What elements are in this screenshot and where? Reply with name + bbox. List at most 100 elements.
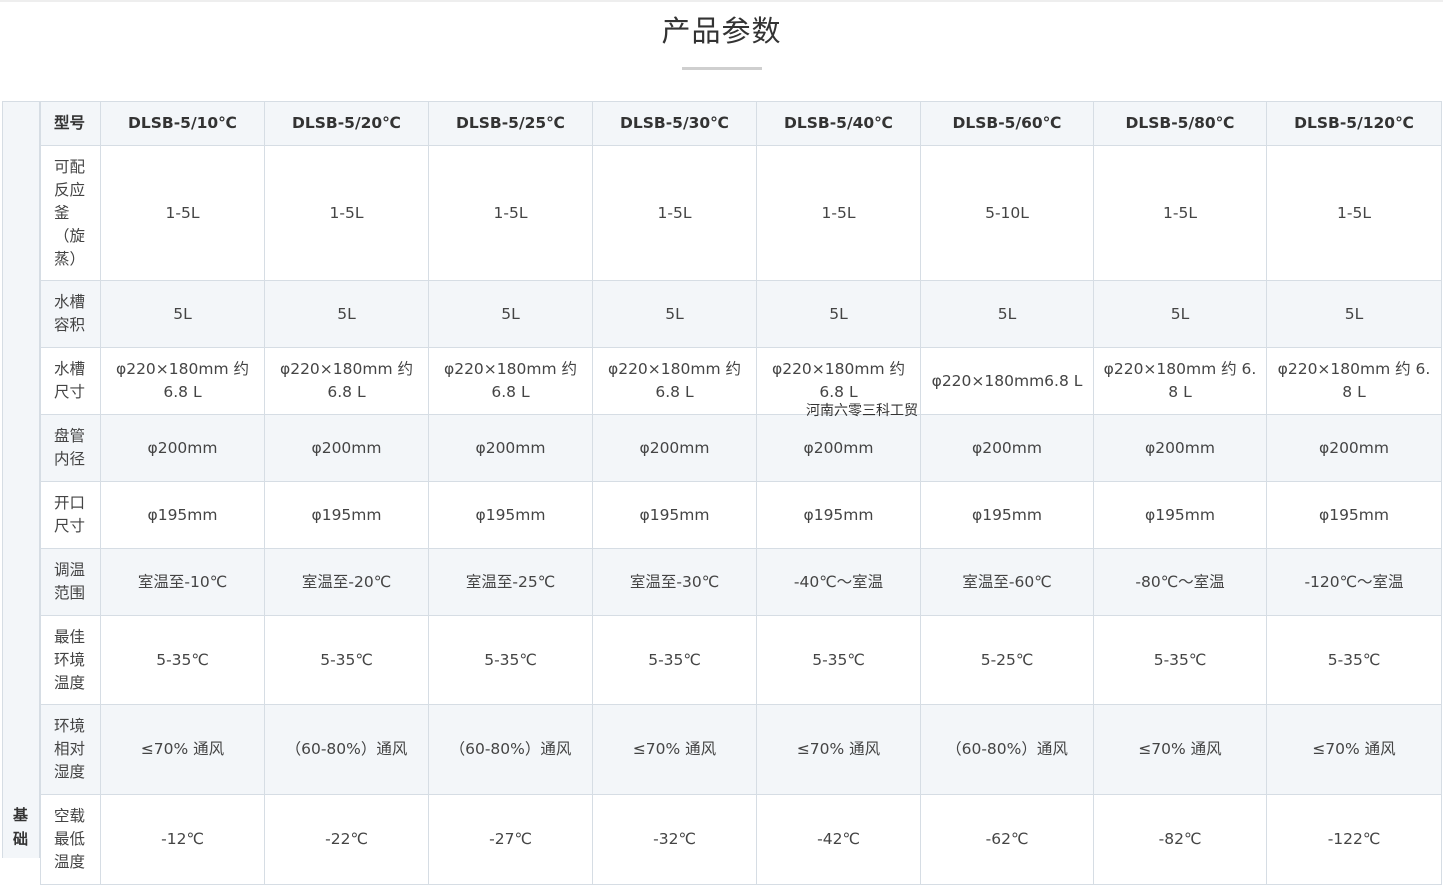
table-cell: -40℃～室温 [756, 548, 921, 616]
row-label: 可配反应釜（旋蒸） [40, 145, 101, 281]
table-row: 开口尺寸 φ195mm φ195mm φ195mm φ195mm φ195mm φ195mm… [40, 481, 1442, 549]
table-cell: 室温至-10℃ [100, 548, 265, 616]
table-cell: φ220×180mm 约 6.8 L [100, 347, 265, 415]
table-cell: -27℃ [428, 794, 593, 885]
table-cell: 5L [264, 280, 429, 348]
table-cell: （60-80%）通风 [428, 704, 593, 795]
table-row: 可配反应釜（旋蒸） 1-5L 1-5L 1-5L 1-5L 1-5L 5-10L 1-5L 1-… [40, 145, 1442, 281]
table-cell: 1-5L [264, 145, 429, 281]
table-cell: φ200mm [264, 414, 429, 482]
table-cell: -80℃～室温 [1093, 548, 1267, 616]
table-cell: φ195mm [100, 481, 265, 549]
table-cell: φ220×180mm 约 6.8 L [1266, 347, 1442, 415]
model-header: DLSB-5/120℃ [1266, 101, 1442, 146]
table-cell: 1-5L [428, 145, 593, 281]
table-cell: φ220×180mm6.8 L [920, 347, 1094, 415]
table-cell: 5L [1266, 280, 1442, 348]
row-label: 调温范围 [40, 548, 101, 616]
top-divider [0, 0, 1443, 2]
page-title: 产品参数 [661, 14, 782, 48]
table-cell: -42℃ [756, 794, 921, 885]
table-row: 最佳环境温度 5-35℃ 5-35℃ 5-35℃ 5-35℃ 5-35℃ 5-25℃ 5-35… [40, 615, 1442, 705]
table-cell: 5L [592, 280, 757, 348]
table-cell: φ200mm [100, 414, 265, 482]
table-cell: 5-35℃ [428, 615, 593, 705]
row-label: 开口尺寸 [40, 481, 101, 549]
table-cell: φ220×180mm 约 6.8 L [428, 347, 593, 415]
row-label: 水槽尺寸 [40, 347, 101, 415]
parameter-table: 型号 DLSB-5/10℃ DLSB-5/20℃ DLSB-5/25℃ DLSB… [40, 101, 1442, 885]
table-cell: φ195mm [428, 481, 593, 549]
table-cell: -32℃ [592, 794, 757, 885]
table-cell: 室温至-25℃ [428, 548, 593, 616]
title-underline [682, 67, 762, 70]
table-cell: φ195mm [1093, 481, 1267, 549]
side-category-cell [2, 101, 40, 858]
table-cell: 5L [428, 280, 593, 348]
table-cell: -12℃ [100, 794, 265, 885]
table-cell: φ220×180mm 约 6.8 L [1093, 347, 1267, 415]
table-cell: -122℃ [1266, 794, 1442, 885]
table-cell: φ195mm [1266, 481, 1442, 549]
row-label: 环境相对湿度 [40, 704, 101, 795]
table-cell: 1-5L [592, 145, 757, 281]
table-cell: 5-25℃ [920, 615, 1094, 705]
table-row: 调温范围 室温至-10℃ 室温至-20℃ 室温至-25℃ 室温至-30℃ -40℃～室温室… [40, 548, 1442, 616]
table-cell: （60-80%）通风 [920, 704, 1094, 795]
table-row: 水槽容积 5L 5L 5L 5L 5L 5L 5L 5L [40, 280, 1442, 348]
table-cell: φ200mm [920, 414, 1094, 482]
table-cell: 1-5L [1266, 145, 1442, 281]
table-cell: 室温至-60℃ [920, 548, 1094, 616]
side-category-label: 基础 [13, 806, 29, 848]
table-cell: -120℃～室温 [1266, 548, 1442, 616]
model-header: DLSB-5/80℃ [1093, 101, 1267, 146]
table-cell: 5L [920, 280, 1094, 348]
table-cell: 5-35℃ [264, 615, 429, 705]
table-cell: -82℃ [1093, 794, 1267, 885]
table-cell: φ220×180mm 约 6.8 L [592, 347, 757, 415]
table-cell: 5L [1093, 280, 1267, 348]
table-cell: -62℃ [920, 794, 1094, 885]
table-cell: -22℃ [264, 794, 429, 885]
table-cell: 1-5L [1093, 145, 1267, 281]
model-header: DLSB-5/25℃ [428, 101, 593, 146]
model-header: DLSB-5/30℃ [592, 101, 757, 146]
table-cell: φ195mm [920, 481, 1094, 549]
table-cell: ≤70% 通风 [756, 704, 921, 795]
table-cell: φ200mm [1266, 414, 1442, 482]
table-cell: φ195mm [264, 481, 429, 549]
table-cell: 5-35℃ [1093, 615, 1267, 705]
header-row: 型号 DLSB-5/10℃ DLSB-5/20℃ DLSB-5/25℃ DLSB… [40, 101, 1442, 146]
table-row: 空载最低温度 -12℃ -22℃ -27℃ -32℃ -42℃ -62℃ -82℃ -122℃ [40, 794, 1442, 885]
table-cell: 5L [100, 280, 265, 348]
row-label: 水槽容积 [40, 280, 101, 348]
table-cell: 5-35℃ [756, 615, 921, 705]
model-header: DLSB-5/20℃ [264, 101, 429, 146]
header-label: 型号 [40, 101, 101, 146]
table-row: 环境相对湿度 ≤70% 通风 （60-80%）通风 （60-80%）通风 ≤70% 通风… [40, 704, 1442, 795]
model-header: DLSB-5/10℃ [100, 101, 265, 146]
table-row: 水槽尺寸 φ220×180mm 约 6.8 Lφ220×180mm 约 6.8 L… [40, 347, 1442, 415]
table-cell: 室温至-20℃ [264, 548, 429, 616]
row-label: 最佳环境温度 [40, 615, 101, 705]
table-cell: ≤70% 通风 [1093, 704, 1267, 795]
table-cell: 5-35℃ [1266, 615, 1442, 705]
table-cell: φ220×180mm 约 6.8 L [264, 347, 429, 415]
model-header: DLSB-5/40℃ [756, 101, 921, 146]
table-cell: ≤70% 通风 [1266, 704, 1442, 795]
table-row: 盘管内径 φ200mm φ200mm φ200mm φ200mm φ200mm φ200mm… [40, 414, 1442, 482]
table-cell: ≤70% 通风 [592, 704, 757, 795]
table-cell: 1-5L [100, 145, 265, 281]
table-cell: 室温至-30℃ [592, 548, 757, 616]
table-cell: 1-5L [756, 145, 921, 281]
table-cell: φ200mm [592, 414, 757, 482]
table-cell: φ200mm [1093, 414, 1267, 482]
table-cell: 5-35℃ [100, 615, 265, 705]
table-cell: ≤70% 通风 [100, 704, 265, 795]
table-cell: φ195mm [756, 481, 921, 549]
model-header: DLSB-5/60℃ [920, 101, 1094, 146]
watermark-text: 河南六零三科工贸 [806, 403, 918, 419]
table-cell: 5-35℃ [592, 615, 757, 705]
table-cell: 5-10L [920, 145, 1094, 281]
table-cell: 5L [756, 280, 921, 348]
